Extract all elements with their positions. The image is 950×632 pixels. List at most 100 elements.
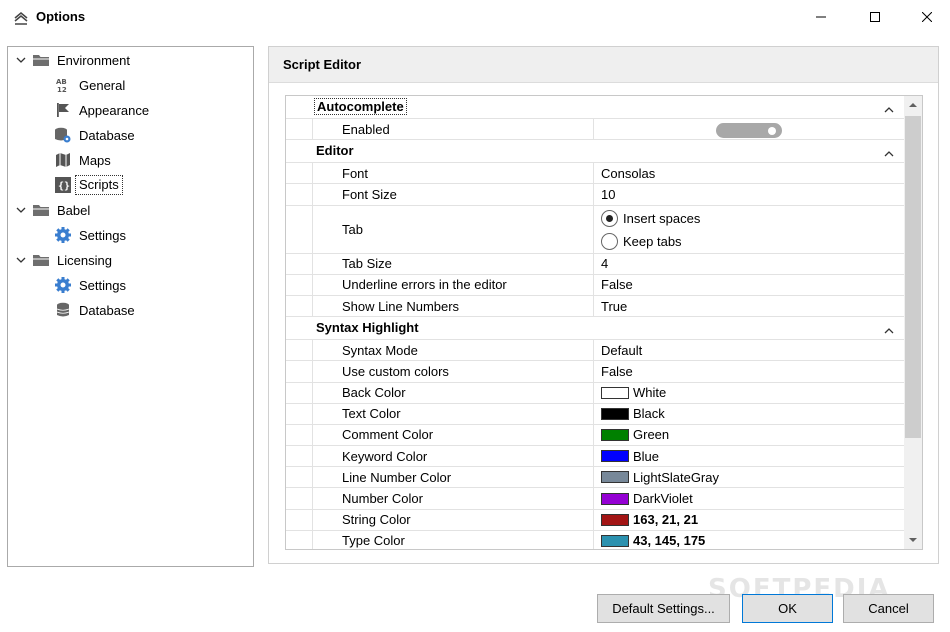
chevron-down-icon[interactable] [15,254,27,266]
chevron-up-icon[interactable] [884,323,894,334]
tree-item-scripts[interactable]: {} Scripts [54,173,123,197]
property-row-keyword-color[interactable]: Keyword Color Blue [286,446,904,468]
maximize-button[interactable] [852,3,898,31]
row-indent [312,509,313,530]
property-row-font[interactable]: Font Consolas [286,163,904,185]
color-swatch [601,428,629,441]
row-indent [312,361,313,382]
tree-item-database[interactable]: Database [54,123,135,147]
database-icon [54,302,72,318]
minimize-icon [816,16,826,18]
property-value[interactable]: False [601,275,633,295]
property-name: Tab [342,221,363,237]
property-row-number-color[interactable]: Number Color DarkViolet [286,488,904,510]
chevron-down-icon[interactable] [15,204,27,216]
property-value[interactable]: Green [601,425,669,445]
property-row-tab[interactable]: Tab Insert spaces Keep tabs [286,205,904,254]
property-row-string-color[interactable]: String Color 163, 21, 21 [286,509,904,531]
property-value-text: LightSlateGray [633,469,719,485]
property-value[interactable]: 10 [601,184,615,204]
scroll-down-button[interactable] [904,531,922,549]
property-value[interactable]: White [601,383,666,403]
property-name: Underline errors in the editor [342,277,507,293]
property-row-tab-size[interactable]: Tab Size 4 [286,253,904,275]
property-row-enabled[interactable]: Enabled [286,119,904,141]
color-swatch [601,407,629,420]
minimize-button[interactable] [798,3,844,31]
property-value[interactable]: Default [601,340,642,360]
property-value[interactable]: DarkViolet [601,488,693,508]
enabled-toggle[interactable] [716,123,782,138]
property-name: Type Color [342,533,405,549]
folder-icon [32,52,50,68]
default-settings-button[interactable]: Default Settings... [597,594,730,623]
tree-item-licensing[interactable]: Licensing [16,248,112,272]
tree-item-settings[interactable]: Settings [54,223,126,247]
toggle-knob [768,126,776,135]
tree-item-label: Environment [57,52,130,68]
property-value[interactable]: Consolas [601,163,655,183]
tree-item-appearance[interactable]: Appearance [54,98,149,122]
property-value[interactable]: 163, 21, 21 [601,510,698,530]
category-autocomplete[interactable]: Autocomplete [286,96,904,119]
radio-circle-icon[interactable] [601,232,618,250]
chevron-up-icon[interactable] [884,146,894,157]
tree-item-environment[interactable]: Environment [16,48,130,72]
tree-item-settings[interactable]: Settings [54,273,126,297]
property-value-text: Default [601,342,643,358]
window-title: Options [36,9,86,24]
property-value[interactable]: Black [601,404,665,424]
property-name: Tab Size [342,256,392,272]
row-indent [312,184,313,205]
vertical-scrollbar[interactable] [904,96,922,549]
cancel-button[interactable]: Cancel [843,594,934,623]
chevron-down-icon [909,538,917,542]
category-title: Syntax Highlight [316,320,419,336]
property-row-show-line-numbers[interactable]: Show Line Numbers True [286,295,904,318]
map-icon [54,152,72,168]
tree-item-database[interactable]: Database [54,298,135,322]
property-value-text: Black [633,406,665,422]
property-row-use-custom-colors[interactable]: Use custom colors False [286,361,904,383]
property-row-comment-color[interactable]: Comment Color Green [286,424,904,447]
close-button[interactable] [904,3,950,31]
radio-option-insert-spaces[interactable]: Insert spaces [601,209,700,227]
property-value[interactable]: False [601,361,633,381]
property-value-text: 10 [601,186,616,202]
property-row-syntax-mode[interactable]: Syntax Mode Default [286,340,904,362]
tree-item-babel[interactable]: Babel [16,198,90,222]
svg-text:{}: {} [58,181,70,192]
column-divider [593,163,594,184]
tree-item-maps[interactable]: Maps [54,148,111,172]
property-grid[interactable]: Autocomplete Enabled Editor Font Consolas Fon… [285,95,923,550]
category-editor[interactable]: Editor [286,140,904,164]
property-value[interactable]: 4 [601,254,608,274]
property-value[interactable]: Blue [601,446,659,466]
property-row-line-number-color[interactable]: Line Number Color LightSlateGray [286,467,904,489]
row-indent [312,295,313,317]
tree-item-general[interactable]: AB 12 General [54,73,125,97]
chevron-up-icon[interactable] [884,102,894,113]
row-indent [312,424,313,446]
property-row-back-color[interactable]: Back Color White [286,382,904,404]
property-value[interactable]: 43, 145, 175 [601,531,705,549]
chevron-up-icon [909,103,917,107]
scroll-thumb[interactable] [905,116,921,438]
property-value-text: True [601,298,628,314]
radio-circle-icon[interactable] [601,209,618,227]
chevron-down-icon[interactable] [15,54,27,66]
property-row-underline-errors-in-the-editor[interactable]: Underline errors in the editor False [286,274,904,296]
tree-item-label: Licensing [57,252,112,268]
column-divider [593,295,594,317]
property-row-text-color[interactable]: Text Color Black [286,403,904,425]
options-tree[interactable]: Environment AB 12 General Appearance Database… [7,46,254,567]
property-value[interactable]: True [601,296,627,316]
ok-button[interactable]: OK [742,594,833,623]
property-row-font-size[interactable]: Font Size 10 [286,184,904,206]
property-row-type-color[interactable]: Type Color 43, 145, 175 [286,530,904,549]
scroll-up-button[interactable] [904,96,922,114]
property-value[interactable]: LightSlateGray [601,467,719,487]
radio-option-keep-tabs[interactable]: Keep tabs [601,232,682,250]
category-syntax-highlight[interactable]: Syntax Highlight [286,317,904,341]
column-divider [593,205,594,253]
